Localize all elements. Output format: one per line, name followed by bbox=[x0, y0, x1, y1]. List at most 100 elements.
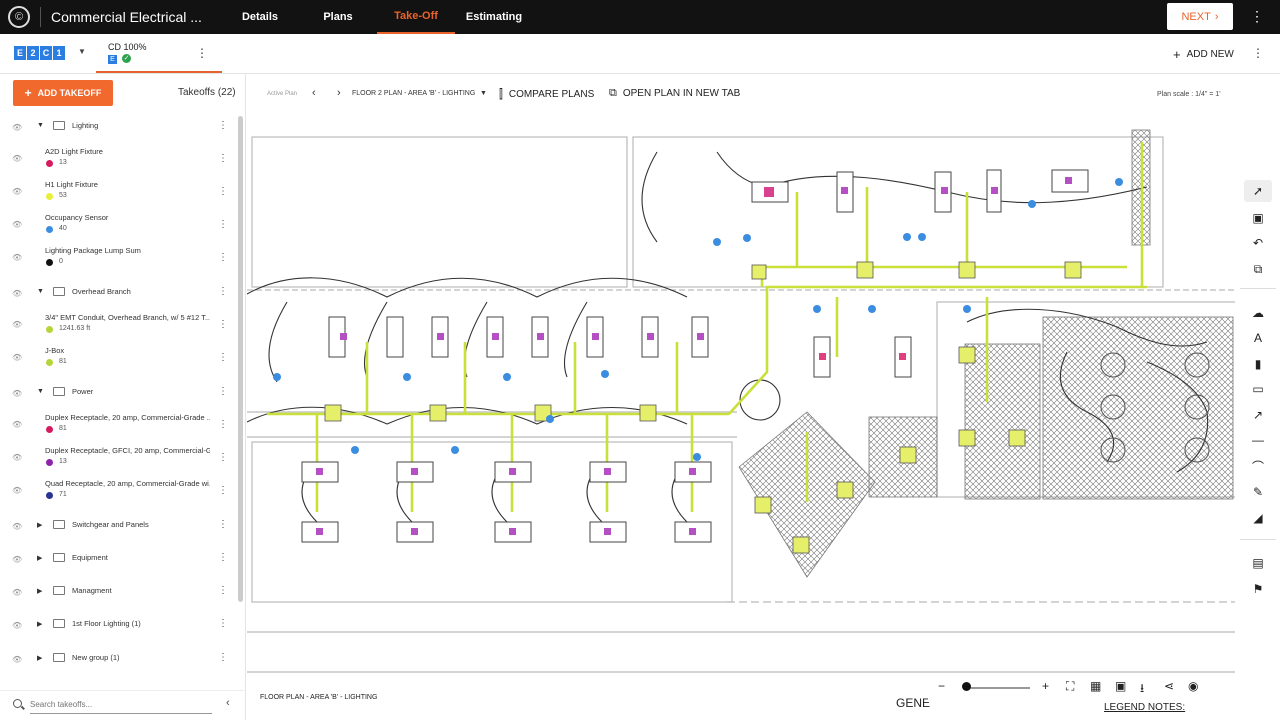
eye-icon[interactable]: 👁 bbox=[12, 522, 22, 531]
eye-icon[interactable]: 👁 bbox=[12, 253, 22, 262]
eye-icon[interactable]: 👁 bbox=[12, 621, 22, 630]
eye-icon[interactable]: 👁 bbox=[12, 320, 22, 329]
row-menu-icon[interactable]: ⋮ bbox=[218, 219, 228, 230]
tab-details[interactable]: Details bbox=[221, 0, 299, 34]
caret-right-icon[interactable]: ▶ bbox=[37, 554, 42, 562]
takeoff-item[interactable]: 👁 J-Box 81 ⋮ bbox=[0, 346, 238, 376]
chevron-right-icon[interactable]: › bbox=[337, 87, 341, 99]
highlight-icon[interactable]: ▮ bbox=[1244, 353, 1272, 375]
app-logo-icon[interactable]: © bbox=[8, 6, 30, 28]
takeoff-item[interactable]: 👁 A2D Light Fixture 13 ⋮ bbox=[0, 147, 238, 177]
plan-selector[interactable]: FLOOR 2 PLAN - AREA 'B' - LIGHTING bbox=[352, 90, 475, 97]
more-menu-icon[interactable]: ⋮ bbox=[1252, 46, 1264, 60]
eye-icon[interactable]: 👁 bbox=[12, 123, 22, 132]
eye-icon[interactable]: 👁 bbox=[12, 154, 22, 163]
row-menu-icon[interactable]: ⋮ bbox=[218, 552, 228, 563]
cloud-icon[interactable]: ☁ bbox=[1244, 302, 1272, 324]
takeoff-item[interactable]: 👁 Quad Receptacle, 20 amp, Commercial-Gr… bbox=[0, 479, 238, 509]
undo-icon[interactable]: ↶ bbox=[1244, 232, 1272, 254]
select-cursor-icon[interactable]: ➚ bbox=[1244, 180, 1272, 202]
caret-down-icon[interactable]: ▼ bbox=[480, 90, 487, 97]
caret-right-icon[interactable]: ▶ bbox=[37, 654, 42, 662]
add-new-button[interactable]: + ADD NEW bbox=[1173, 47, 1234, 62]
fit-screen-icon[interactable]: ⛶ bbox=[1066, 679, 1074, 694]
group-row-overhead-branch[interactable]: 👁 ▼ Overhead Branch ⋮ bbox=[0, 284, 238, 304]
caret-down-icon[interactable]: ▼ bbox=[37, 288, 44, 295]
sidebar-scrollbar[interactable] bbox=[238, 116, 243, 602]
bid-tab-cd[interactable]: CD 100% E ✓ ⋮ bbox=[96, 34, 222, 73]
caret-right-icon[interactable]: ▶ bbox=[37, 587, 42, 595]
row-menu-icon[interactable]: ⋮ bbox=[218, 386, 228, 397]
row-menu-icon[interactable]: ⋮ bbox=[218, 652, 228, 663]
caret-right-icon[interactable]: ▶ bbox=[37, 521, 42, 529]
caret-down-icon[interactable]: ▼ bbox=[78, 47, 86, 56]
eye-icon[interactable]: 👁 bbox=[12, 486, 22, 495]
arrow-icon[interactable]: ↗ bbox=[1244, 404, 1272, 426]
caret-down-icon[interactable]: ▼ bbox=[37, 388, 44, 395]
company-brand-logo[interactable]: E 2 C 1 bbox=[14, 46, 65, 60]
eye-icon[interactable]: 👁 bbox=[12, 187, 22, 196]
share-icon[interactable]: ⋖ bbox=[1164, 679, 1174, 693]
zoom-slider-thumb[interactable] bbox=[962, 682, 971, 691]
row-menu-icon[interactable]: ⋮ bbox=[218, 419, 228, 430]
plan-canvas[interactable]: FLOOR PLAN - AREA 'B' - LIGHTING GENE LE… bbox=[247, 112, 1235, 720]
copy-icon[interactable]: ⧉ bbox=[1244, 258, 1272, 280]
row-menu-icon[interactable]: ⋮ bbox=[218, 585, 228, 596]
row-menu-icon[interactable]: ⋮ bbox=[218, 319, 228, 330]
row-menu-icon[interactable]: ⋮ bbox=[218, 286, 228, 297]
download-icon[interactable]: ⭳ bbox=[1140, 679, 1144, 700]
row-menu-icon[interactable]: ⋮ bbox=[218, 252, 228, 263]
group-row-switchgear[interactable]: 👁 ▶ Switchgear and Panels ⋮ bbox=[0, 517, 238, 537]
line-icon[interactable]: — bbox=[1244, 429, 1272, 451]
row-menu-icon[interactable]: ⋮ bbox=[218, 153, 228, 164]
ruler-icon[interactable]: ▭ bbox=[1244, 378, 1272, 400]
row-menu-icon[interactable]: ⋮ bbox=[218, 485, 228, 496]
chevron-left-icon[interactable]: ‹ bbox=[226, 697, 230, 709]
group-row-power[interactable]: 👁 ▼ Power ⋮ bbox=[0, 384, 238, 404]
layer-icon[interactable]: ▣ bbox=[1115, 679, 1126, 693]
eye-icon[interactable]: 👁 bbox=[12, 453, 22, 462]
zoom-in-icon[interactable]: + bbox=[1042, 679, 1049, 693]
comment-icon[interactable]: ▤ bbox=[1244, 552, 1272, 574]
project-title[interactable]: Commercial Electrical ... bbox=[51, 9, 211, 25]
compare-plans-button[interactable]: ⫿ COMPARE PLANS bbox=[499, 87, 594, 102]
flag-icon[interactable]: ⚑ bbox=[1244, 578, 1272, 600]
eye-icon[interactable]: 👁 bbox=[12, 220, 22, 229]
group-row-managment[interactable]: 👁 ▶ Managment ⋮ bbox=[0, 583, 238, 603]
eye-icon[interactable]: 👁 bbox=[12, 289, 22, 298]
takeoff-item[interactable]: 👁 Duplex Receptacle, 20 amp, Commercial-… bbox=[0, 413, 238, 443]
eye-icon[interactable]: 👁 bbox=[12, 353, 22, 362]
row-menu-icon[interactable]: ⋮ bbox=[218, 352, 228, 363]
eye-icon[interactable]: ◉ bbox=[1188, 679, 1198, 693]
grid-icon[interactable]: ▦ bbox=[1090, 679, 1101, 693]
takeoff-item[interactable]: 👁 H1 Light Fixture 53 ⋮ bbox=[0, 180, 238, 210]
zoom-slider[interactable] bbox=[966, 687, 1030, 689]
next-button[interactable]: NEXT › bbox=[1167, 3, 1233, 30]
add-takeoff-button[interactable]: + ADD TAKEOFF bbox=[13, 80, 113, 106]
group-row-lighting[interactable]: 👁 ▼ Lighting ⋮ bbox=[0, 118, 238, 138]
group-row-1st-floor-lighting[interactable]: 👁 ▶ 1st Floor Lighting (1) ⋮ bbox=[0, 616, 238, 636]
tab-take-off[interactable]: Take-Off bbox=[377, 0, 455, 34]
zoom-out-icon[interactable]: − bbox=[938, 679, 945, 693]
fill-bucket-icon[interactable]: ◢ bbox=[1244, 507, 1272, 529]
eye-icon[interactable]: 👁 bbox=[12, 588, 22, 597]
caret-down-icon[interactable]: ▼ bbox=[37, 122, 44, 129]
row-menu-icon[interactable]: ⋮ bbox=[218, 618, 228, 629]
text-icon[interactable]: A bbox=[1244, 327, 1272, 349]
takeoff-item[interactable]: 👁 Occupancy Sensor 40 ⋮ bbox=[0, 213, 238, 243]
caret-right-icon[interactable]: ▶ bbox=[37, 620, 42, 628]
group-row-new-group[interactable]: 👁 ▶ New group (1) ⋮ bbox=[0, 650, 238, 670]
tab-estimating[interactable]: Estimating bbox=[455, 0, 533, 34]
bid-tab-menu-icon[interactable]: ⋮ bbox=[196, 46, 208, 60]
group-row-equipment[interactable]: 👁 ▶ Equipment ⋮ bbox=[0, 550, 238, 570]
row-menu-icon[interactable]: ⋮ bbox=[218, 452, 228, 463]
arc-icon[interactable]: ⌒ bbox=[1244, 455, 1272, 477]
row-menu-icon[interactable]: ⋮ bbox=[218, 120, 228, 131]
takeoff-item[interactable]: 👁 Duplex Receptacle, GFCI, 20 amp, Comme… bbox=[0, 446, 238, 476]
row-menu-icon[interactable]: ⋮ bbox=[218, 519, 228, 530]
area-select-icon[interactable]: ▣ bbox=[1244, 207, 1272, 229]
search-input[interactable] bbox=[30, 696, 212, 714]
more-menu-icon[interactable]: ⋮ bbox=[1250, 8, 1264, 25]
chevron-left-icon[interactable]: ‹ bbox=[312, 87, 316, 99]
pen-icon[interactable]: ✎ bbox=[1244, 481, 1272, 503]
